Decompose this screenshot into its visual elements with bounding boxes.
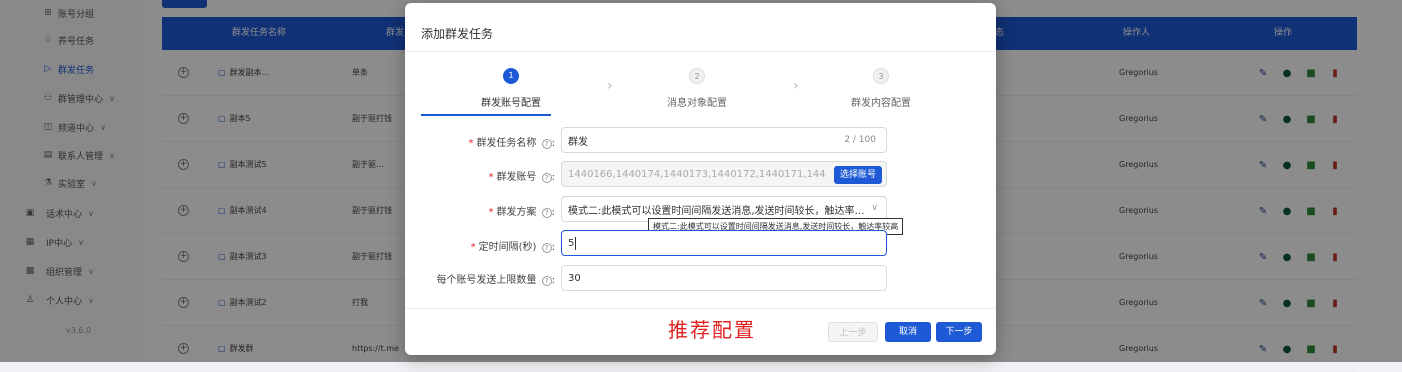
active-step-underline (421, 114, 551, 116)
label-text: 群发账号 (496, 172, 537, 183)
step-number: 1 (503, 68, 519, 84)
accounts-label: * 群发账号 ?: (488, 172, 555, 183)
interval-label: * 定时间隔(秒) ?: (470, 242, 555, 253)
step-content-config[interactable]: 3 群发内容配置 (816, 68, 946, 109)
accounts-value: 1440166,1440174,1440173,1440172,1440171,… (568, 168, 826, 180)
modal-divider (405, 51, 996, 52)
step-label: 群发账号配置 (481, 98, 541, 109)
step-target-config[interactable]: 2 消息对象配置 (632, 68, 762, 109)
step-label: 群发内容配置 (851, 98, 911, 109)
label-text: 每个账号发送上限数量 (436, 275, 537, 286)
task-name-label: * 群发任务名称 ?: (468, 138, 555, 149)
label-text: 定时间隔(秒) (478, 242, 537, 253)
help-icon[interactable]: ? (541, 173, 552, 183)
task-name-input[interactable]: 群发 2 / 100 (561, 127, 887, 153)
step-label: 消息对象配置 (667, 98, 727, 109)
text-caret (575, 236, 577, 250)
help-icon[interactable]: ? (541, 139, 552, 149)
select-accounts-button[interactable]: 选择账号 (833, 166, 882, 184)
help-icon[interactable]: ? (541, 276, 552, 286)
label-text: 群发任务名称 (476, 138, 537, 149)
interval-input[interactable]: 5 (561, 230, 887, 256)
scheme-label: * 群发方案 ?: (488, 207, 555, 218)
interval-value: 5 (568, 237, 575, 249)
cancel-button[interactable]: 取消 (885, 322, 931, 342)
step-number: 2 (689, 68, 705, 84)
recommend-annotation: 推荐配置 (668, 318, 756, 342)
next-step-button[interactable]: 下一步 (936, 322, 982, 342)
step-number: 3 (873, 68, 889, 84)
help-icon[interactable]: ? (541, 208, 552, 218)
chevron-right-icon: › (607, 78, 613, 94)
accounts-field: 1440166,1440174,1440173,1440172,1440171,… (561, 161, 887, 187)
limit-input[interactable]: 30 (561, 265, 887, 291)
scheme-value: 模式二:此模式可以设置时间间隔发送消息,发送时间较长，触达率… (568, 205, 865, 217)
limit-value: 30 (568, 272, 581, 284)
task-name-value: 群发 (568, 136, 588, 148)
label-text: 群发方案 (496, 207, 537, 218)
modal-footer-divider (405, 308, 996, 309)
char-counter: 2 / 100 (844, 135, 876, 145)
help-icon[interactable]: ? (541, 243, 552, 253)
chevron-down-icon: ∨ (871, 203, 878, 213)
chevron-right-icon: › (793, 78, 799, 94)
limit-label: 每个账号发送上限数量 ?: (436, 275, 555, 286)
step-account-config[interactable]: 1 群发账号配置 (446, 68, 576, 109)
modal-title: 添加群发任务 (421, 27, 494, 41)
previous-step-button[interactable]: 上一步 (828, 322, 878, 342)
